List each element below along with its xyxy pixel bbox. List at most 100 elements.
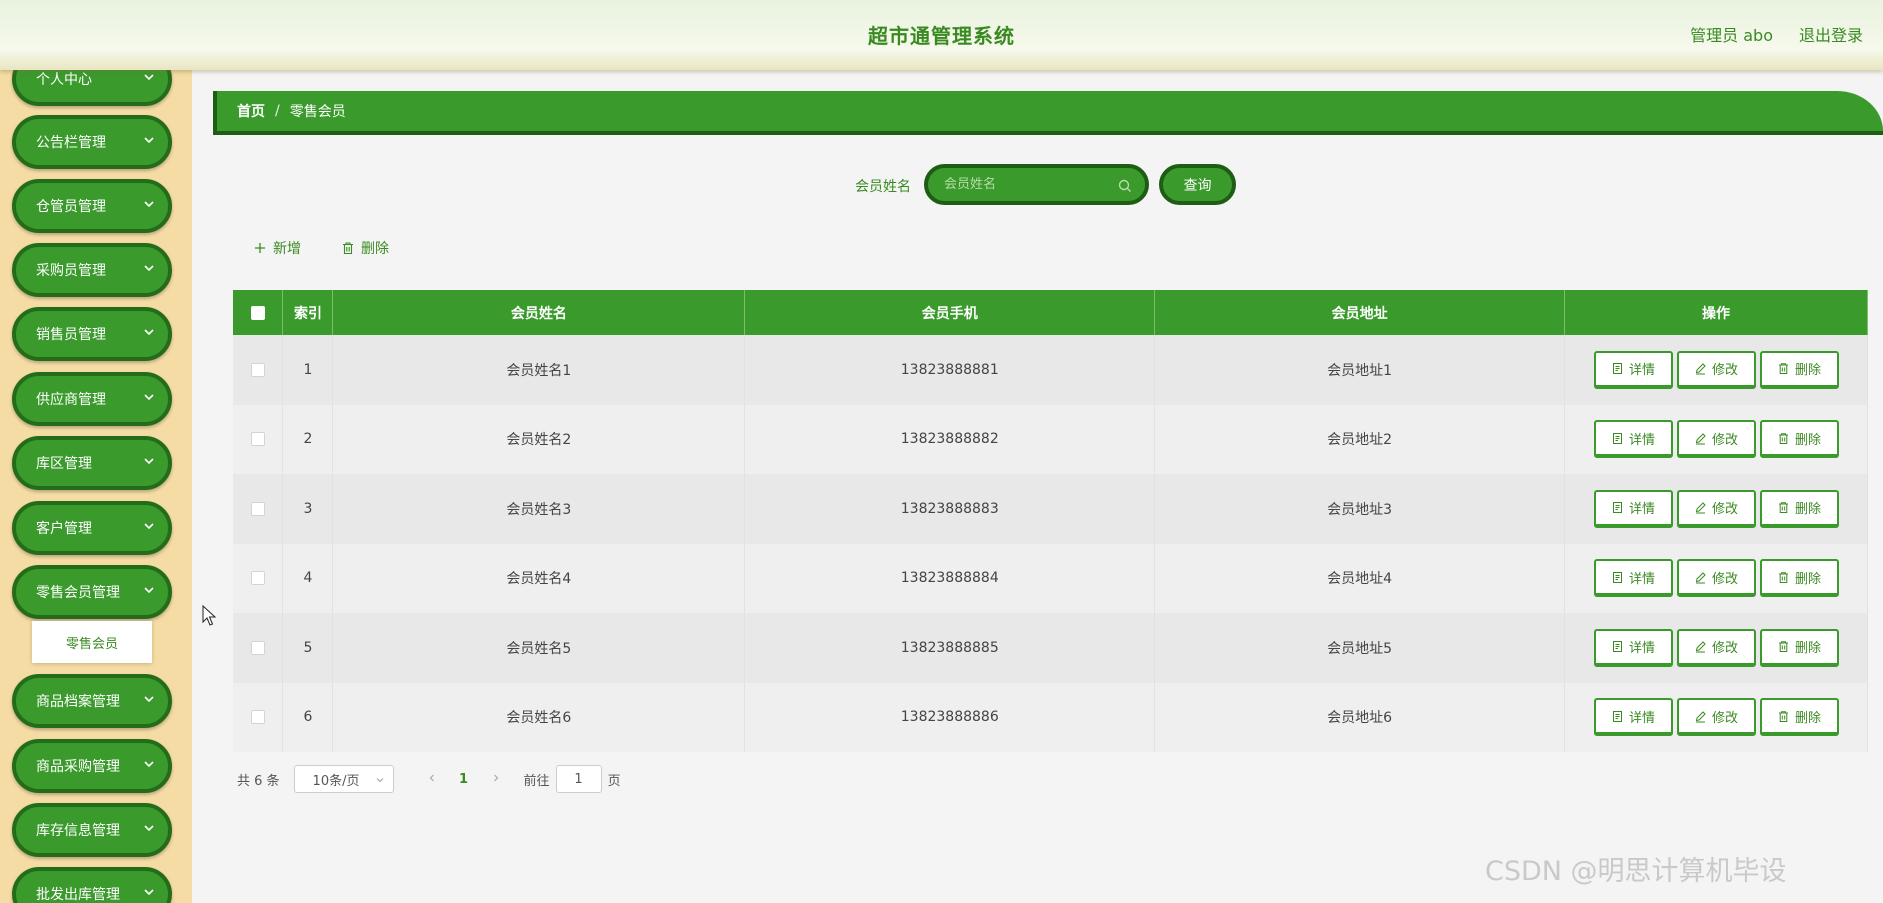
logout-link[interactable]: 退出登录 xyxy=(1799,22,1863,46)
pagination: 共 6 条 10条/页 1 前往 页 xyxy=(237,765,621,793)
sidebar-item-salesperson[interactable]: 销售员管理 xyxy=(12,307,172,361)
mouse-cursor-icon xyxy=(202,605,217,626)
row-select-cell xyxy=(233,613,284,683)
header-index: 索引 xyxy=(282,290,334,335)
edit-label: 修改 xyxy=(1712,363,1739,379)
row-member-address: 会员地址1 xyxy=(1154,335,1566,405)
sidebar-item-label: 库区管理 xyxy=(36,456,92,472)
plus-icon xyxy=(255,243,265,253)
sidebar-item-label: 批发出库管理 xyxy=(36,887,120,903)
total-count: 共 6 条 xyxy=(237,773,280,789)
row-checkbox[interactable] xyxy=(250,362,265,377)
breadcrumb-separator: / xyxy=(275,103,280,119)
select-all-checkbox[interactable] xyxy=(250,305,265,320)
chevron-down-icon xyxy=(142,454,156,468)
sidebar-item-supplier[interactable]: 供应商管理 xyxy=(12,372,172,426)
query-button[interactable]: 查询 xyxy=(1159,164,1236,205)
delete-button[interactable]: 删除 xyxy=(1759,698,1839,737)
edit-button[interactable]: 修改 xyxy=(1676,489,1756,528)
pencil-icon xyxy=(1695,502,1706,514)
edit-button[interactable]: 修改 xyxy=(1676,698,1756,737)
row-member-address: 会员地址5 xyxy=(1154,613,1566,683)
sidebar-item-label: 仓管员管理 xyxy=(36,199,106,215)
delete-button[interactable]: 删除 xyxy=(1759,489,1839,528)
next-page-button[interactable] xyxy=(482,772,510,787)
sidebar-item-personal-center[interactable]: 个人中心 xyxy=(12,70,172,106)
trash-icon xyxy=(1779,502,1788,514)
member-name-search-input[interactable] xyxy=(944,177,1114,192)
row-member-phone: 13823888883 xyxy=(744,474,1156,544)
page-number[interactable]: 1 xyxy=(446,772,482,787)
edit-button[interactable]: 修改 xyxy=(1676,628,1756,667)
row-checkbox[interactable] xyxy=(250,640,265,655)
goto-label: 前往 xyxy=(523,773,550,789)
edit-button[interactable]: 修改 xyxy=(1676,559,1756,598)
pencil-icon xyxy=(1695,363,1706,375)
sidebar-item-purchaser[interactable]: 采购员管理 xyxy=(12,243,172,297)
delete-button[interactable]: 删除 xyxy=(1759,420,1839,459)
sidebar-item-retail-member[interactable]: 零售会员管理 xyxy=(12,565,172,619)
breadcrumb-home[interactable]: 首页 xyxy=(237,101,265,121)
edit-label: 修改 xyxy=(1712,502,1739,518)
sidebar-item-label: 销售员管理 xyxy=(36,327,106,343)
delete-button[interactable]: 删除 xyxy=(1759,559,1839,598)
table-header-row: 索引 会员姓名 会员手机 会员地址 操作 xyxy=(233,290,1868,335)
sidebar-item-label: 商品采购管理 xyxy=(36,759,120,775)
sidebar-item-warehouse-keeper[interactable]: 仓管员管理 xyxy=(12,179,172,233)
chevron-down-icon xyxy=(142,821,156,835)
document-icon xyxy=(1613,432,1622,444)
detail-button[interactable]: 详情 xyxy=(1593,559,1673,598)
edit-button[interactable]: 修改 xyxy=(1676,420,1756,459)
sidebar-item-inventory[interactable]: 库存信息管理 xyxy=(12,803,172,857)
row-actions: 详情 修改 删除 xyxy=(1564,474,1868,544)
sidebar-item-product-purchase[interactable]: 商品采购管理 xyxy=(12,739,172,793)
sidebar-item-label: 个人中心 xyxy=(36,72,92,88)
delete-label: 删除 xyxy=(1795,710,1822,726)
row-member-address: 会员地址6 xyxy=(1154,682,1566,752)
detail-button[interactable]: 详情 xyxy=(1593,628,1673,667)
app-title: 超市通管理系统 xyxy=(868,24,1015,48)
sidebar-item-customer[interactable]: 客户管理 xyxy=(12,501,172,555)
sidebar-item-label: 商品档案管理 xyxy=(36,694,120,710)
goto-page-input[interactable] xyxy=(555,765,602,793)
delete-label: 删除 xyxy=(1795,571,1822,587)
row-index: 1 xyxy=(282,335,334,405)
row-checkbox[interactable] xyxy=(250,571,265,586)
row-index: 6 xyxy=(282,682,334,752)
delete-button[interactable]: 删除 xyxy=(1759,350,1839,389)
detail-label: 详情 xyxy=(1629,502,1656,518)
prev-page-button[interactable] xyxy=(418,772,446,787)
trash-icon xyxy=(1779,711,1788,722)
sidebar-item-notice[interactable]: 公告栏管理 xyxy=(12,115,172,169)
sidebar-subitem-retail-member[interactable]: 零售会员 xyxy=(32,621,152,663)
document-icon xyxy=(1613,641,1622,653)
row-member-phone: 13823888881 xyxy=(744,335,1156,405)
row-checkbox[interactable] xyxy=(250,501,265,516)
row-member-address: 会员地址3 xyxy=(1154,474,1566,544)
pencil-icon xyxy=(1695,641,1706,653)
sidebar-item-wholesale-outbound[interactable]: 批发出库管理 xyxy=(12,867,172,903)
page-size-select[interactable]: 10条/页 xyxy=(293,765,394,793)
trash-icon xyxy=(1779,572,1788,583)
sidebar-item-product-archive[interactable]: 商品档案管理 xyxy=(12,674,172,728)
trash-icon xyxy=(1779,363,1788,375)
delete-label: 删除 xyxy=(1795,363,1822,379)
row-checkbox[interactable] xyxy=(250,432,265,447)
sidebar-item-label: 采购员管理 xyxy=(36,263,106,279)
edit-button[interactable]: 修改 xyxy=(1676,350,1756,389)
row-checkbox[interactable] xyxy=(250,710,265,725)
delete-label: 删除 xyxy=(1795,502,1822,518)
detail-button[interactable]: 详情 xyxy=(1593,420,1673,459)
chevron-down-icon xyxy=(376,778,383,783)
delete-button[interactable]: 删除 xyxy=(1759,628,1839,667)
add-button[interactable]: 新增 xyxy=(253,238,301,258)
sidebar-item-label: 库存信息管理 xyxy=(36,823,120,839)
chevron-down-icon xyxy=(142,692,156,706)
search-icon xyxy=(1117,178,1133,194)
detail-button[interactable]: 详情 xyxy=(1593,350,1673,389)
detail-button[interactable]: 详情 xyxy=(1593,489,1673,528)
detail-button[interactable]: 详情 xyxy=(1593,698,1673,737)
row-member-name: 会员姓名4 xyxy=(332,543,746,613)
batch-delete-button[interactable]: 删除 xyxy=(341,238,389,258)
sidebar-item-storage-area[interactable]: 库区管理 xyxy=(12,436,172,490)
